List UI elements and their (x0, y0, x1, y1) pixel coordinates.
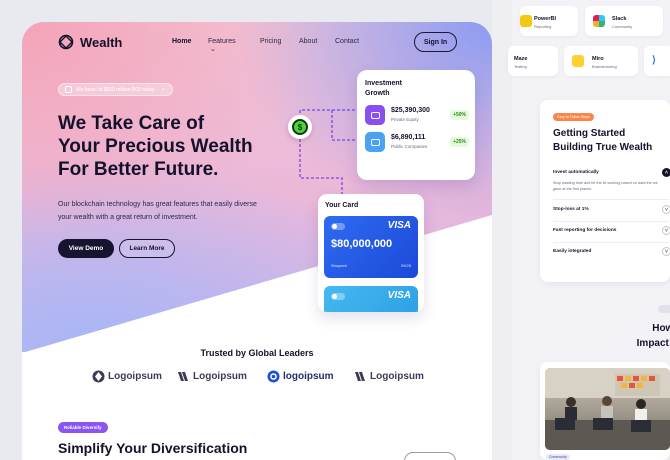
your-card-widget: Your Card VISA $80,000,000 Shoyeeb 09/25… (318, 194, 424, 312)
visa-logo: VISA (387, 290, 411, 301)
diversify-title: Simplify Your Diversification (58, 440, 248, 456)
impact-title: How Ou Impact to T (636, 323, 670, 349)
integration-card-powerbi[interactable]: PowerBI Reporting (520, 6, 578, 36)
office-photo-illustration (545, 368, 670, 450)
logo-mark-icon (355, 372, 365, 381)
partner-logo-1: Logoipsum (92, 370, 162, 383)
logo-mark-icon (267, 370, 280, 383)
dollar-coin-icon: $ (288, 115, 312, 139)
diversify-badge: Reliable Diversify (58, 422, 108, 433)
partner-logo-2: Logoipsum (177, 370, 247, 383)
community-card[interactable]: Community (540, 362, 670, 460)
divider (553, 199, 669, 200)
faq-item-invest[interactable]: Invest automatically ˄ (553, 168, 670, 177)
logo-mark-icon (92, 370, 105, 383)
chevron-icon: ⟩ (652, 55, 656, 66)
scroll-tab (658, 305, 670, 313)
card-toggle[interactable] (331, 293, 345, 300)
visa-logo: VISA (387, 220, 411, 231)
miro-icon (572, 55, 584, 67)
integration-card-miro[interactable]: Miro Brainstorming (564, 46, 638, 76)
faq-badge: Easy to Follow Steps (553, 113, 594, 121)
faq-item-reporting[interactable]: Fast reporting for decisions ˅ (553, 226, 670, 235)
your-card-title: Your Card (325, 202, 359, 209)
integration-card-maze[interactable]: Maze Testing (508, 46, 558, 76)
powerbi-icon (520, 15, 532, 27)
divider (553, 242, 669, 243)
visa-card-primary[interactable]: VISA $80,000,000 Shoyeeb 09/25 (324, 216, 418, 278)
chevron-up-icon[interactable]: ˄ (662, 168, 670, 177)
investment-growth-card: Investment Growth $25,390,300 Private Eq… (357, 70, 475, 180)
card-toggle[interactable] (331, 223, 345, 230)
chevron-down-icon[interactable]: ˅ (662, 226, 670, 235)
diversify-cta-button[interactable] (404, 452, 456, 460)
trusted-title: Trusted by Global Leaders (200, 348, 314, 358)
integration-card-slack[interactable]: Slack Community (585, 6, 663, 36)
logo-mark-icon (178, 372, 188, 381)
chevron-down-icon[interactable]: ˅ (662, 205, 670, 214)
faq-answer: Stop wasting time and let the AI working… (553, 181, 658, 191)
chevron-down-icon[interactable]: ˅ (662, 247, 670, 256)
investment-row-equity: $25,390,300 Private Equity +50% (365, 105, 469, 127)
integration-card-partial[interactable]: ⟩ (644, 46, 670, 76)
faq-card: Easy to Follow Steps Getting Started Bui… (540, 100, 670, 282)
investment-title: Investment Growth (365, 80, 402, 97)
community-chip: Community (546, 454, 570, 460)
investment-row-public: $6,890,111 Public Companies +25% (365, 132, 469, 154)
partner-logo-4: Logoipsum (354, 370, 424, 383)
office-photo (545, 368, 670, 450)
chat-icon (365, 132, 385, 152)
briefcase-icon (365, 105, 385, 125)
slack-icon (593, 15, 605, 27)
faq-item-stoploss[interactable]: Stop-loss at 1% ˅ (553, 205, 670, 214)
partner-logo-3: logoipsum (267, 370, 334, 383)
card-expiry: 09/25 (400, 263, 411, 268)
faq-item-integrated[interactable]: Easily integrated ˅ (553, 247, 670, 256)
faq-title: Getting Started Building True Wealth (553, 128, 653, 154)
growth-badge: +50% (450, 110, 469, 120)
divider (553, 221, 669, 222)
growth-badge: +25% (450, 137, 469, 147)
landing-page-card: Wealth Home Features⌄ Pricing About Cont… (22, 22, 492, 460)
partner-logos: Logoipsum Logoipsum logoipsum Logoipsum (92, 370, 442, 386)
card-balance: $80,000,000 (331, 238, 393, 250)
visa-card-secondary[interactable]: VISA (324, 286, 418, 312)
card-holder: Shoyeeb (331, 263, 347, 268)
